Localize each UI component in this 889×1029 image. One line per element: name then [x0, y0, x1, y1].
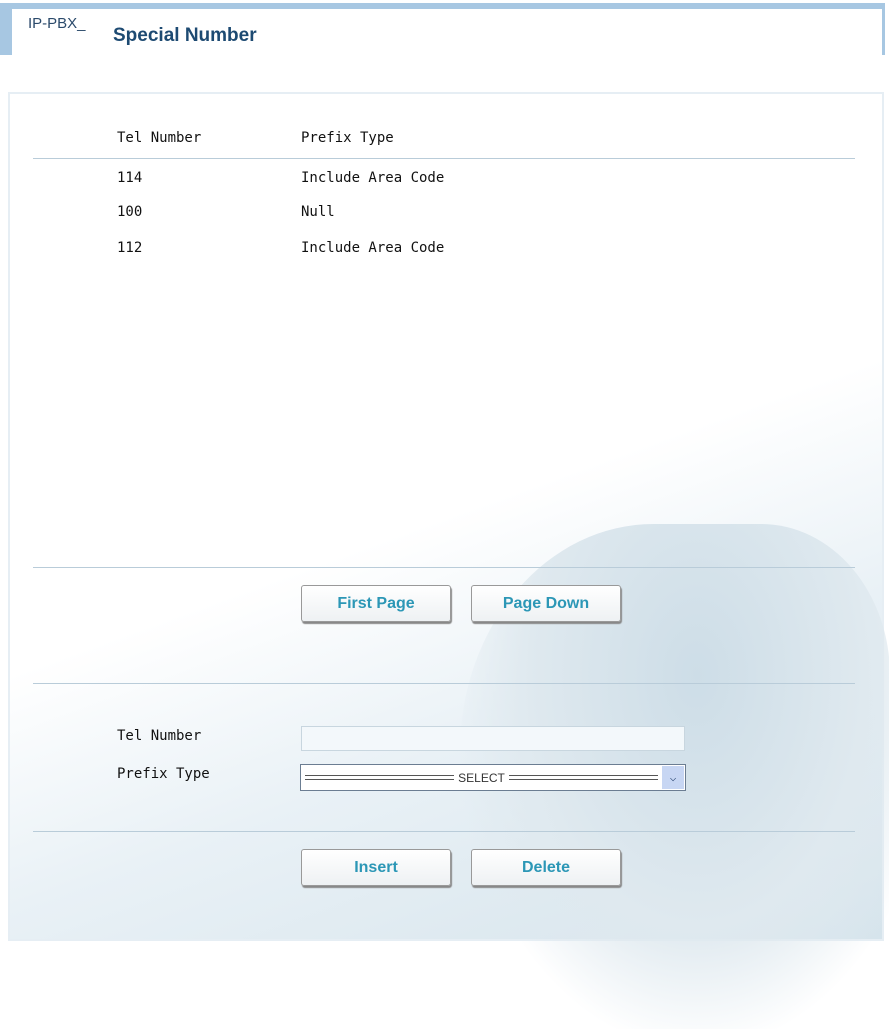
- select-value: SELECT: [458, 770, 505, 785]
- prefix-type-label: Prefix Type: [117, 766, 210, 782]
- delete-button[interactable]: Delete: [471, 849, 621, 886]
- prefix-type-select[interactable]: SELECT ⌵: [300, 764, 686, 791]
- page-down-button[interactable]: Page Down: [471, 585, 621, 622]
- cell-prefix: Null: [301, 204, 335, 220]
- divider: [33, 158, 855, 159]
- cell-tel: 112: [117, 240, 143, 256]
- decor-line: [305, 775, 455, 780]
- divider: [33, 683, 855, 684]
- insert-button[interactable]: Insert: [301, 849, 451, 886]
- chevron-down-icon[interactable]: ⌵: [662, 766, 684, 789]
- column-header-tel: Tel Number: [117, 130, 202, 146]
- tel-number-input[interactable]: [301, 726, 685, 751]
- divider: [33, 567, 855, 568]
- tel-number-label: Tel Number: [117, 728, 202, 744]
- cell-tel: 114: [117, 170, 143, 186]
- first-page-button[interactable]: First Page: [301, 585, 451, 622]
- page-title: Special Number: [113, 25, 257, 46]
- column-header-prefix: Prefix Type: [301, 130, 394, 146]
- header-prefix: IP-PBX_: [28, 15, 86, 32]
- decor-line: [508, 775, 658, 780]
- cell-tel: 100: [117, 204, 143, 220]
- cell-prefix: Include Area Code: [301, 170, 445, 186]
- cell-prefix: Include Area Code: [301, 240, 445, 256]
- page-header: IP-PBX_ Special Number: [0, 3, 885, 55]
- divider: [33, 831, 855, 832]
